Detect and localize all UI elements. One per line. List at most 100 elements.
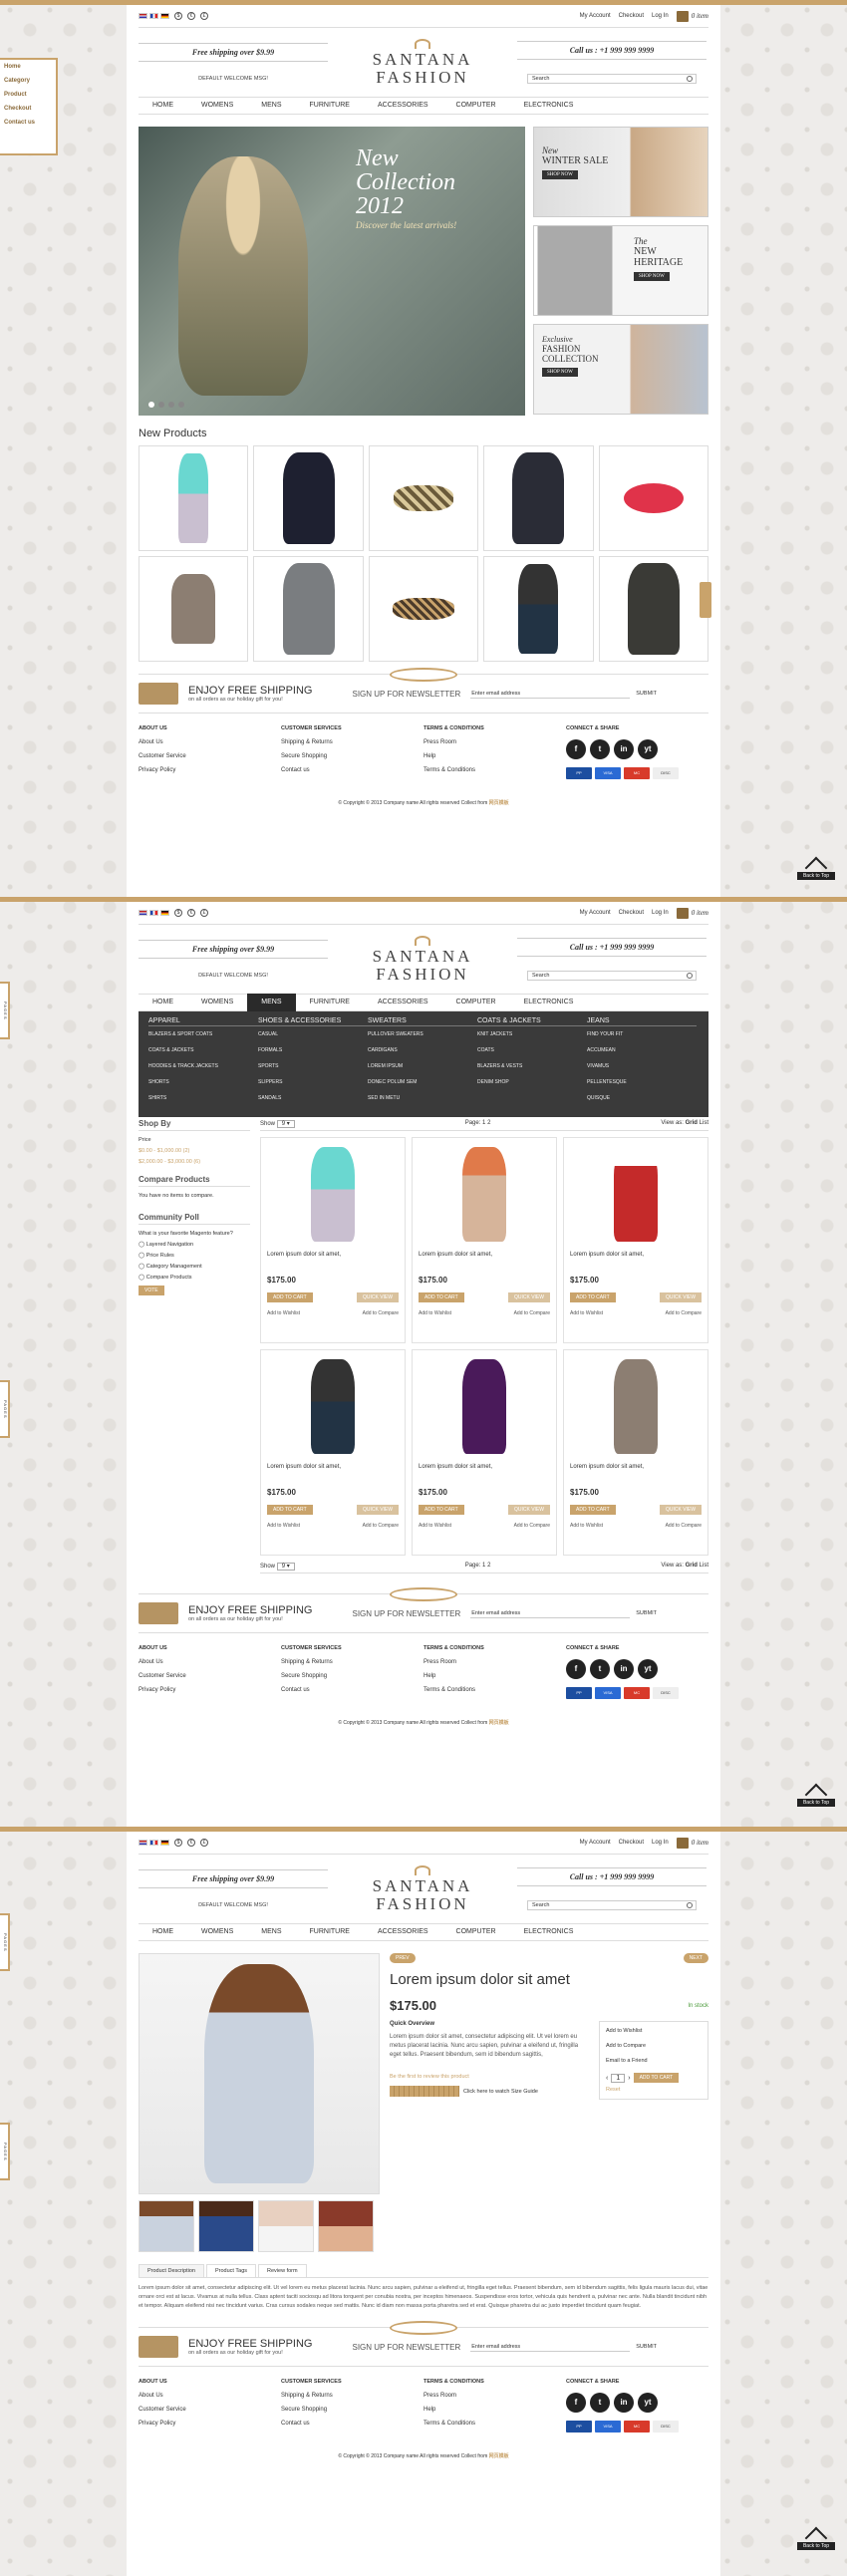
product-tile[interactable] [598, 445, 708, 551]
product-image[interactable] [419, 1356, 550, 1456]
mega-menu-item[interactable]: FORMALS [258, 1047, 368, 1053]
page-2[interactable]: 2 [487, 1120, 490, 1126]
product-card[interactable]: Lorem ipsum dolor sit amet, $175.00 ADD TO… [412, 1137, 557, 1343]
product-image[interactable] [570, 1144, 702, 1244]
mega-menu-item[interactable]: CASUAL [258, 1031, 368, 1037]
pages-side-tab[interactable]: PAGES [0, 1380, 10, 1438]
product-tile[interactable] [139, 556, 249, 662]
product-name[interactable]: Lorem ipsum dolor sit amet, [419, 1464, 550, 1470]
mega-menu-item[interactable]: FIND YOUR FIT [587, 1031, 697, 1037]
mega-menu-item[interactable]: SLIPPERS [258, 1079, 368, 1085]
poll-option[interactable]: ◯ Compare Products [139, 1275, 250, 1281]
size-guide-link[interactable]: Click here to watch Size Guide [463, 2089, 538, 2095]
footer-link[interactable]: Contact us [281, 2421, 424, 2427]
poll-option[interactable]: ◯ Category Management [139, 1264, 250, 1270]
product-card[interactable]: Lorem ipsum dolor sit amet, $175.00 ADD TO… [260, 1349, 406, 1556]
mega-menu-heading[interactable]: SHOES & ACCESSORIES [258, 1017, 368, 1026]
newsletter-submit-button[interactable]: SUBMIT [636, 1610, 657, 1616]
product-card[interactable]: Lorem ipsum dolor sit amet, $175.00 ADD TO… [563, 1137, 708, 1343]
next-button[interactable]: NEXT [683, 1953, 708, 1963]
slider-dot-active[interactable] [148, 402, 154, 408]
linkedin-icon[interactable]: in [614, 1659, 634, 1679]
quick-view-button[interactable]: QUICK VIEW [356, 1292, 399, 1302]
hero-slider[interactable]: New Collection 2012 Discover the latest ar… [139, 127, 525, 416]
currency-usd-icon[interactable]: $ [174, 909, 182, 917]
facebook-icon[interactable]: f [566, 1659, 586, 1679]
my-account-link[interactable]: My Account [580, 13, 611, 19]
currency-eur-icon[interactable]: € [187, 12, 195, 20]
product-main-image[interactable] [139, 1953, 380, 2194]
flag-fr-icon[interactable] [149, 13, 158, 19]
mega-menu-item[interactable]: SPORTS [258, 1063, 368, 1069]
nav-electronics[interactable]: ELECTRONICS [510, 97, 588, 115]
product-image[interactable] [267, 1356, 399, 1456]
mega-menu-item[interactable]: SHIRTS [148, 1095, 258, 1101]
slider-dot[interactable] [178, 402, 184, 408]
mega-menu-item[interactable]: DENIM SHOP [477, 1079, 587, 1085]
product-card[interactable]: Lorem ipsum dolor sit amet, $175.00 ADD TO… [563, 1349, 708, 1556]
footer-link[interactable]: Privacy Policy [139, 767, 281, 773]
youtube-icon[interactable]: yt [638, 739, 658, 759]
mega-menu-item[interactable]: HOODIES & TRACK JACKETS [148, 1063, 258, 1069]
mega-menu-item[interactable]: PELLENTESQUE [587, 1079, 697, 1085]
slider-dot[interactable] [158, 402, 164, 408]
mega-menu-heading[interactable]: JEANS [587, 1017, 697, 1026]
collect-link[interactable]: 网页模板 [489, 2453, 509, 2459]
side-menu-contact[interactable]: Contact us [4, 120, 52, 126]
footer-link[interactable]: Shipping & Returns [281, 739, 424, 745]
poll-option[interactable]: ◯ Price Rules [139, 1253, 250, 1259]
add-to-cart-button[interactable]: ADD TO CART [633, 2073, 680, 2083]
currency-gbp-icon[interactable]: £ [200, 909, 208, 917]
add-to-compare-link[interactable]: Add to Compare [363, 1310, 399, 1316]
nav-computer[interactable]: COMPUTER [442, 994, 510, 1011]
footer-link[interactable]: Secure Shopping [281, 1673, 424, 1679]
product-name[interactable]: Lorem ipsum dolor sit amet, [267, 1252, 399, 1258]
show-select[interactable]: 9 ▾ [276, 1120, 295, 1128]
product-tile[interactable] [483, 445, 594, 551]
add-to-wishlist-link[interactable]: Add to Wishlist [570, 1523, 603, 1529]
footer-link[interactable]: About Us [139, 2393, 281, 2399]
flag-de-icon[interactable] [160, 13, 169, 19]
search-input[interactable]: Search [527, 971, 697, 981]
currency-eur-icon[interactable]: € [187, 909, 195, 917]
mega-menu-item[interactable]: BLAZERS & SPORT COATS [148, 1031, 258, 1037]
page-1[interactable]: 1 [482, 1563, 485, 1569]
mega-menu-item[interactable]: QUISQUE [587, 1095, 697, 1101]
search-input[interactable]: Search [527, 1900, 697, 1910]
footer-link[interactable]: Contact us [281, 1687, 424, 1693]
currency-usd-icon[interactable]: $ [174, 12, 182, 20]
nav-furniture[interactable]: FURNITURE [296, 1923, 364, 1941]
product-image[interactable] [570, 1356, 702, 1456]
mega-menu-item[interactable]: SHORTS [148, 1079, 258, 1085]
add-to-cart-button[interactable]: ADD TO CART [419, 1505, 464, 1515]
list-view-button[interactable]: List [700, 1120, 708, 1126]
tab-review-form[interactable]: Review form [258, 2264, 307, 2277]
add-to-compare-link[interactable]: Add to Compare [606, 2043, 702, 2049]
poll-option[interactable]: ◯ Layered Navigation [139, 1242, 250, 1248]
nav-accessories[interactable]: ACCESSORIES [364, 1923, 442, 1941]
pages-side-tab[interactable]: PAGES [0, 2123, 10, 2180]
currency-usd-icon[interactable]: $ [174, 1839, 182, 1847]
footer-link[interactable]: Shipping & Returns [281, 1659, 424, 1665]
flag-us-icon[interactable] [139, 1840, 147, 1846]
facebook-icon[interactable]: f [566, 2393, 586, 2413]
nav-accessories[interactable]: ACCESSORIES [364, 994, 442, 1011]
back-to-top-button[interactable]: Back to Top [797, 1780, 835, 1807]
newsletter-email-input[interactable]: Enter email address [470, 2343, 631, 2352]
email-friend-link[interactable]: Email to a Friend [606, 2058, 702, 2064]
add-to-cart-button[interactable]: ADD TO CART [419, 1292, 464, 1302]
scroll-tab[interactable] [700, 582, 711, 618]
mega-menu-item[interactable]: VIVAMUS [587, 1063, 697, 1069]
search-icon[interactable] [687, 1902, 693, 1908]
logo[interactable]: SANTANA FASHION [328, 935, 517, 984]
prev-button[interactable]: PREV [390, 1953, 416, 1963]
nav-mens[interactable]: MENS [247, 97, 295, 115]
nav-furniture[interactable]: FURNITURE [296, 994, 364, 1011]
add-to-wishlist-link[interactable]: Add to Wishlist [267, 1523, 300, 1529]
mega-menu-heading[interactable]: SWEATERS [368, 1017, 477, 1026]
mega-menu-item[interactable]: PULLOVER SWEATERS [368, 1031, 477, 1037]
flag-de-icon[interactable] [160, 910, 169, 916]
product-tile[interactable] [253, 556, 364, 662]
banner-fashion-collection[interactable]: Exclusive FASHION COLLECTION SHOP NOW [533, 324, 708, 415]
login-link[interactable]: Log In [652, 13, 669, 19]
